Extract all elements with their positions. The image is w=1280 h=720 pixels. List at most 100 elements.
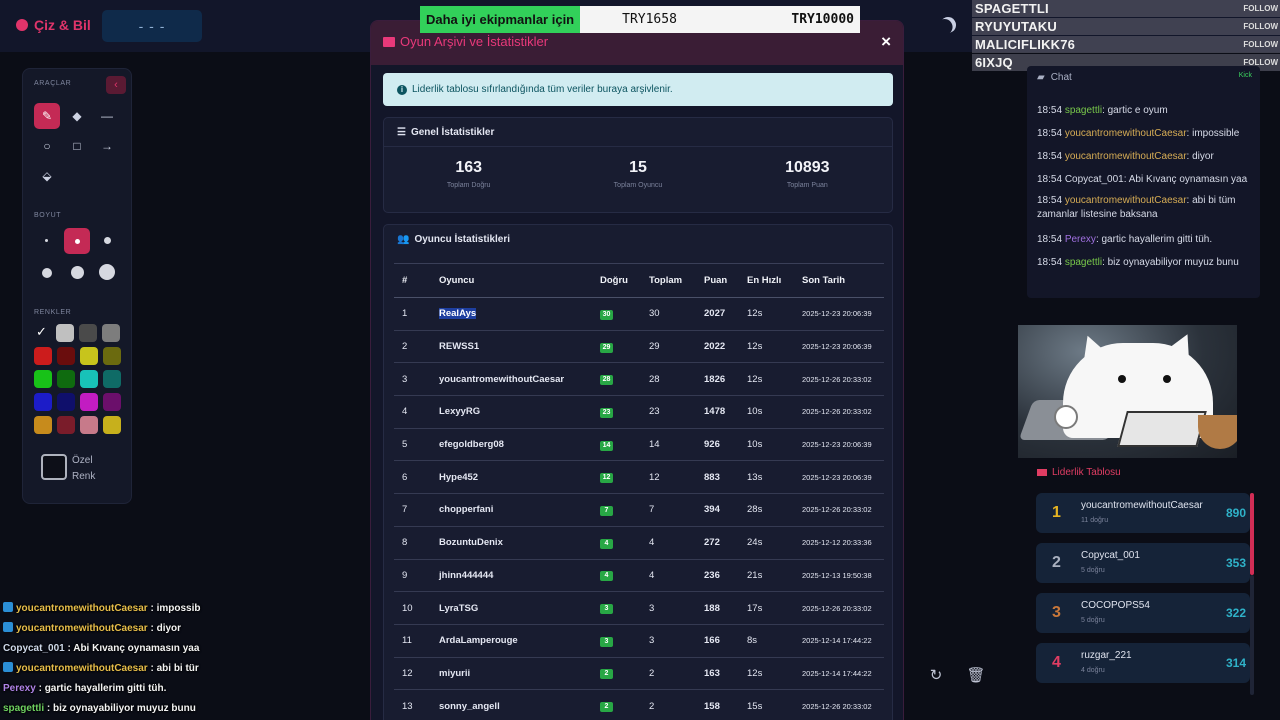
correct-badge: 14 bbox=[592, 428, 641, 462]
color-swatch[interactable] bbox=[80, 347, 98, 365]
leaderboard-scrollbar-track[interactable] bbox=[1250, 575, 1254, 695]
color-swatch[interactable] bbox=[80, 393, 98, 411]
column-header[interactable]: En Hızlı bbox=[739, 263, 794, 298]
theme-toggle-icon[interactable] bbox=[937, 14, 959, 36]
color-swatch[interactable] bbox=[103, 370, 121, 388]
column-header[interactable]: Puan bbox=[696, 263, 739, 298]
color-swatch[interactable] bbox=[103, 393, 121, 411]
fill-tool-button[interactable]: ⬙ bbox=[34, 163, 60, 189]
eraser-tool-button[interactable]: ◆ bbox=[64, 103, 90, 129]
column-header[interactable]: # bbox=[394, 263, 431, 298]
color-swatch[interactable] bbox=[80, 416, 98, 434]
leaderboard-scrollbar-thumb[interactable] bbox=[1250, 493, 1254, 575]
fastest-cell: 17s bbox=[739, 591, 794, 625]
table-row: 8 BozuntuDenix 4 4 272 24s 2025-12-12 20:33:36 bbox=[394, 526, 884, 560]
circle-tool-button[interactable]: ○ bbox=[34, 133, 60, 159]
table-row: 4 LexyyRG 23 23 1478 10s 2025-12-26 20:33:02 bbox=[394, 395, 884, 429]
leaderboard-item[interactable]: 2 Copycat_001 5 doğru 353 bbox=[1036, 543, 1250, 583]
rank-cell: 4 bbox=[394, 395, 431, 429]
kick-icon bbox=[3, 622, 13, 632]
last-date-cell: 2025-12-12 20:33:36 bbox=[794, 526, 884, 560]
color-swatch[interactable] bbox=[57, 370, 75, 388]
color-swatch[interactable] bbox=[56, 324, 74, 342]
size-option-sm-selected[interactable] bbox=[64, 228, 90, 254]
table-row: 3 youcantromewithoutCaesar 28 28 1826 12s 2025… bbox=[394, 362, 884, 397]
custom-color-swatch[interactable] bbox=[41, 454, 67, 480]
total-cell: 3 bbox=[641, 591, 696, 625]
color-swatch[interactable] bbox=[79, 324, 97, 342]
column-header[interactable]: Son Tarih bbox=[794, 263, 884, 298]
trash-icon[interactable]: 🗑 bbox=[966, 666, 986, 686]
collapse-panel-button[interactable]: ‹ bbox=[106, 76, 126, 94]
leaderboard-item[interactable]: 3 COCOPOPS54 5 doğru 322 bbox=[1036, 593, 1250, 633]
fastest-cell: 15s bbox=[739, 689, 794, 720]
size-option-xl[interactable] bbox=[71, 266, 84, 279]
size-option-md[interactable] bbox=[104, 237, 111, 244]
colors-section-label: RENKLER bbox=[34, 309, 72, 316]
color-swatch[interactable] bbox=[57, 416, 75, 434]
last-date-cell: 2025-12-23 20:06:39 bbox=[794, 297, 884, 331]
player-name: Copycat_001 bbox=[1081, 550, 1140, 561]
color-swatch[interactable] bbox=[34, 416, 52, 434]
rank-cell: 5 bbox=[394, 428, 431, 462]
points-cell: 166 bbox=[696, 624, 739, 658]
size-option-xxl[interactable] bbox=[99, 264, 115, 280]
color-swatch[interactable] bbox=[34, 393, 52, 411]
total-cell: 30 bbox=[641, 297, 696, 331]
column-header[interactable]: Toplam bbox=[641, 263, 696, 298]
correct-count: 11 doğru bbox=[1081, 517, 1109, 524]
fastest-cell: 21s bbox=[739, 559, 794, 593]
follower-row: RYUYUTAKU FOLLOW bbox=[972, 18, 1280, 35]
score: 353 bbox=[1225, 556, 1246, 570]
last-date-cell: 2025-12-13 19:50:38 bbox=[794, 559, 884, 593]
points-cell: 2027 bbox=[696, 297, 739, 331]
player-name: Hype452 bbox=[431, 460, 592, 495]
brush-tool-button[interactable]: ✎ bbox=[34, 103, 60, 129]
follower-row: MALICIFLIKK76 FOLLOW bbox=[972, 36, 1280, 53]
color-swatch[interactable] bbox=[103, 416, 121, 434]
last-date-cell: 2025-12-26 20:33:02 bbox=[794, 362, 884, 397]
player-stats-card: 👥 Oyuncu İstatistikleri # Oyuncu Doğru Topla… bbox=[383, 224, 893, 720]
color-swatch[interactable] bbox=[103, 347, 121, 365]
last-date-cell: 2025-12-26 20:33:02 bbox=[794, 689, 884, 720]
leaderboard-item[interactable]: 4 ruzgar_221 4 doğru 314 bbox=[1036, 643, 1250, 683]
refresh-icon[interactable]: ↻ bbox=[926, 666, 946, 686]
close-button[interactable]: × bbox=[881, 32, 891, 52]
column-header[interactable]: Doğru bbox=[592, 263, 641, 298]
player-name: REWSS1 bbox=[431, 330, 592, 364]
chart-icon: ☰ bbox=[397, 126, 406, 138]
overlay-chat-message: youcantromewithoutCaesar : impossib bbox=[3, 602, 363, 616]
rank-cell: 3 bbox=[394, 362, 431, 397]
rank-cell: 11 bbox=[394, 624, 431, 658]
leaderboard-title: Liderlik Tablosu bbox=[1037, 467, 1121, 478]
color-swatch[interactable] bbox=[34, 370, 52, 388]
correct-badge: 4 bbox=[592, 559, 641, 593]
size-option-lg[interactable] bbox=[42, 268, 52, 278]
correct-badge: 3 bbox=[592, 591, 641, 625]
color-swatch[interactable] bbox=[102, 324, 120, 342]
info-icon: i bbox=[397, 84, 407, 95]
column-header[interactable]: Oyuncu bbox=[431, 263, 592, 298]
rank-cell: 7 bbox=[394, 493, 431, 527]
size-option-xs[interactable] bbox=[45, 239, 48, 242]
rectangle-tool-button[interactable]: □ bbox=[64, 133, 90, 159]
line-tool-button[interactable]: — bbox=[94, 103, 120, 129]
chat-message: 18:54 Copycat_001: Abi Kıvanç oynamasın … bbox=[1037, 174, 1248, 185]
player-name: sonny_angell bbox=[431, 689, 592, 720]
color-swatch[interactable] bbox=[80, 370, 98, 388]
app-logo[interactable]: Çiz & Bil bbox=[16, 17, 91, 33]
points-cell: 163 bbox=[696, 657, 739, 691]
color-swatch[interactable] bbox=[34, 347, 52, 365]
player-name: miyurii bbox=[431, 657, 592, 691]
color-swatch[interactable] bbox=[57, 393, 75, 411]
color-swatch[interactable] bbox=[57, 347, 75, 365]
arrow-tool-button[interactable]: → bbox=[94, 133, 120, 159]
follower-alerts: SPAGETTLI FOLLOW RYUYUTAKU FOLLOW MALICIFL… bbox=[972, 0, 1280, 72]
stat-total-points: 10893 Toplam Puan bbox=[785, 159, 830, 189]
chat-message: 18:54 spagettli: gartic e oyum bbox=[1037, 105, 1168, 116]
leaderboard-item[interactable]: 1 youcantromewithoutCaesar 11 doğru 890 bbox=[1036, 493, 1250, 533]
size-section-label: BOYUT bbox=[34, 212, 62, 219]
modal-title: Oyun Arşivi ve İstatistikler bbox=[383, 34, 548, 49]
chat-message: 18:54 spagettli: biz oynayabiliyor muyuz… bbox=[1037, 257, 1239, 268]
general-stats-card: ☰ Genel İstatistikler 163 Toplam Doğru 15 T… bbox=[383, 117, 893, 213]
